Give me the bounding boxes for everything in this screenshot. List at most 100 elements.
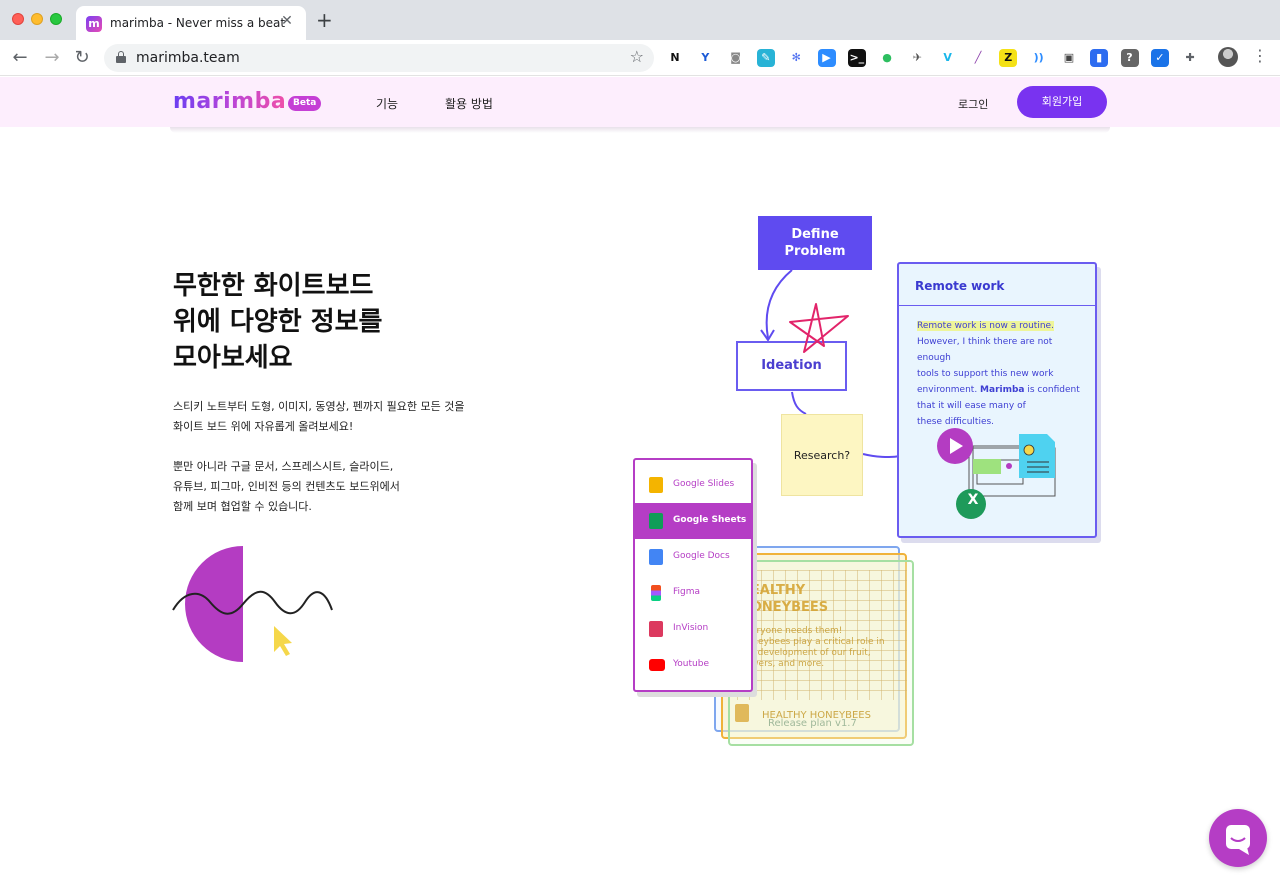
app-item-google-sheets: Google Sheets (635, 503, 751, 539)
figma-icon (651, 585, 661, 601)
pen-extension-icon[interactable]: ✎ (756, 49, 775, 67)
app-label: Google Slides (673, 479, 735, 489)
cursor-icon (274, 626, 292, 656)
honey-line: the development of our fruit, (740, 648, 871, 658)
marimba-favicon-icon: m (86, 16, 102, 32)
remote-work-title: Remote work (915, 279, 1005, 293)
browser-toolbar: ← → ↻ marimba.team ☆ N Y ◙ ✎ ✻ ▶ >_ ● ✈ V ╱ Z)) ▣ ▮? ✓… (0, 40, 1280, 76)
marimba-bold-text: Marimba (980, 385, 1025, 395)
app-item-google-slides: Google Slides (635, 467, 751, 503)
feather-icon[interactable]: ╱ (969, 49, 987, 67)
lock-icon[interactable] (116, 51, 126, 63)
maximize-window-button[interactable] (50, 13, 62, 25)
honey-line: Honeybees play a critical role in (740, 637, 885, 647)
close-tab-icon[interactable]: ✕ (278, 13, 296, 29)
tab-title: marimba - Never miss a beat (110, 16, 286, 30)
define-line: Problem (784, 244, 846, 259)
snowflake-icon[interactable]: ✻ (787, 49, 806, 67)
puzzle-icon[interactable]: ✚ (1181, 49, 1200, 67)
body-text: environment. (917, 385, 981, 395)
app-item-youtube: Youtube (635, 647, 751, 683)
body-text: is confident (1024, 385, 1080, 395)
paragraph-line: 뿐만 아니라 구글 문서, 스프레스시트, 슬라이드, (173, 460, 394, 473)
login-link[interactable]: 로그인 (958, 96, 988, 112)
app-label: Google Docs (673, 551, 730, 561)
honeybees-text: Everyone needs them! Honeybees play a cr… (740, 626, 885, 670)
bookmark-star-icon[interactable]: ☆ (630, 47, 644, 66)
bird-icon[interactable]: ✈ (908, 49, 927, 67)
notion-icon[interactable]: N (666, 49, 684, 67)
honey-line: flowers, and more. (740, 659, 825, 669)
headline-line: 모아보세요 (173, 343, 293, 373)
workflow-graphic (937, 428, 1056, 519)
headline-line: 무한한 화이트보드 (173, 271, 374, 301)
marimba-logo[interactable]: marimba (173, 89, 286, 114)
reload-button[interactable]: ↻ (70, 46, 94, 70)
back-button[interactable]: ← (8, 46, 32, 70)
app-item-invision: InVision (635, 611, 751, 647)
green-block (973, 459, 1001, 474)
honey-title-line: HEALTHY (740, 583, 806, 598)
body-line: However, I think there are not enough (917, 337, 1053, 363)
hero-headline: 무한한 화이트보드 위에 다양한 정보를 모아보세요 (173, 268, 473, 376)
forward-button[interactable]: → (40, 46, 64, 70)
paragraph-line: 스티키 노트부터 도형, 이미지, 동영상, 펜까지 필요한 모든 것을 (173, 400, 465, 413)
app-label: Youtube (673, 659, 709, 669)
evernote-icon[interactable]: ● (878, 49, 897, 67)
app-label: Figma (673, 587, 701, 597)
google-sheets-icon (649, 513, 663, 529)
wireless-icon[interactable]: )) (1029, 49, 1048, 67)
app-item-google-docs: Google Docs (635, 539, 751, 575)
define-problem-card: Define Problem (758, 216, 872, 270)
half-circle-shape (185, 546, 243, 662)
release-plan-label: Release plan v1.7 (768, 718, 857, 729)
minimize-window-button[interactable] (31, 13, 43, 25)
profile-avatar[interactable] (1218, 47, 1238, 67)
zoom-icon[interactable]: ▶ (817, 49, 836, 67)
divider (899, 305, 1095, 306)
google-docs-icon (649, 549, 663, 565)
media-icon[interactable]: ▣ (1059, 49, 1078, 67)
browser-tab-bar: m marimba - Never miss a beat ✕ + (0, 0, 1280, 40)
hero-paragraph-1: 스티키 노트부터 도형, 이미지, 동영상, 펜까지 필요한 모든 것을 화이트… (173, 397, 493, 437)
address-bar[interactable]: marimba.team ☆ (104, 44, 654, 72)
vectorly-icon[interactable]: Y (696, 49, 715, 67)
x-badge-label: X (967, 492, 979, 508)
hero-paragraph-2: 뿐만 아니라 구글 문서, 스프레스시트, 슬라이드, 유튜브, 피그마, 인비… (173, 457, 493, 517)
help-icon[interactable]: ? (1120, 49, 1139, 67)
camera-icon[interactable]: ◙ (726, 49, 745, 67)
header-shadow (170, 127, 1110, 133)
youtube-icon (649, 659, 665, 671)
decorative-illustration (172, 546, 333, 662)
define-line: Define (791, 227, 839, 242)
honeybees-title: HEALTHY HONEYBEES (740, 582, 828, 616)
bookmark-extension-icon[interactable]: ▮ (1090, 49, 1109, 67)
app-label: Google Sheets (673, 515, 747, 525)
paragraph-line: 함께 보며 협업할 수 있습니다. (173, 500, 312, 513)
browser-menu-icon[interactable]: ⋮ (1252, 46, 1268, 65)
invision-icon (649, 621, 663, 637)
google-slides-icon (649, 477, 663, 493)
document-icon (1019, 434, 1055, 478)
app-label: InVision (673, 623, 709, 633)
honey-title-line: HONEYBEES (740, 600, 829, 615)
remote-work-card: Remote work Remote work is now a routine… (897, 262, 1097, 538)
new-tab-button[interactable]: + (316, 10, 333, 30)
vimeo-icon[interactable]: V (938, 49, 957, 67)
url-text[interactable]: marimba.team (136, 50, 240, 66)
slides-file-icon (735, 704, 749, 722)
nav-use-cases[interactable]: 활용 방법 (445, 95, 493, 112)
chat-launcher-button[interactable] (1209, 809, 1267, 867)
honey-line: Everyone needs them! (740, 626, 843, 636)
paragraph-line: 화이트 보드 위에 자유롭게 올려보세요! (173, 420, 354, 433)
app-item-figma: Figma (635, 575, 751, 611)
check-icon[interactable]: ✓ (1150, 49, 1169, 67)
signup-button[interactable]: 회원가입 (1017, 86, 1107, 118)
nav-features[interactable]: 기능 (376, 95, 398, 112)
close-window-button[interactable] (12, 13, 24, 25)
terminal-icon[interactable]: >_ (847, 49, 866, 67)
headline-line: 위에 다양한 정보를 (173, 307, 383, 337)
z-extension-icon[interactable]: Z (999, 49, 1018, 67)
browser-tab[interactable]: m marimba - Never miss a beat ✕ (76, 6, 306, 40)
body-line: tools to support this new work (917, 369, 1054, 379)
